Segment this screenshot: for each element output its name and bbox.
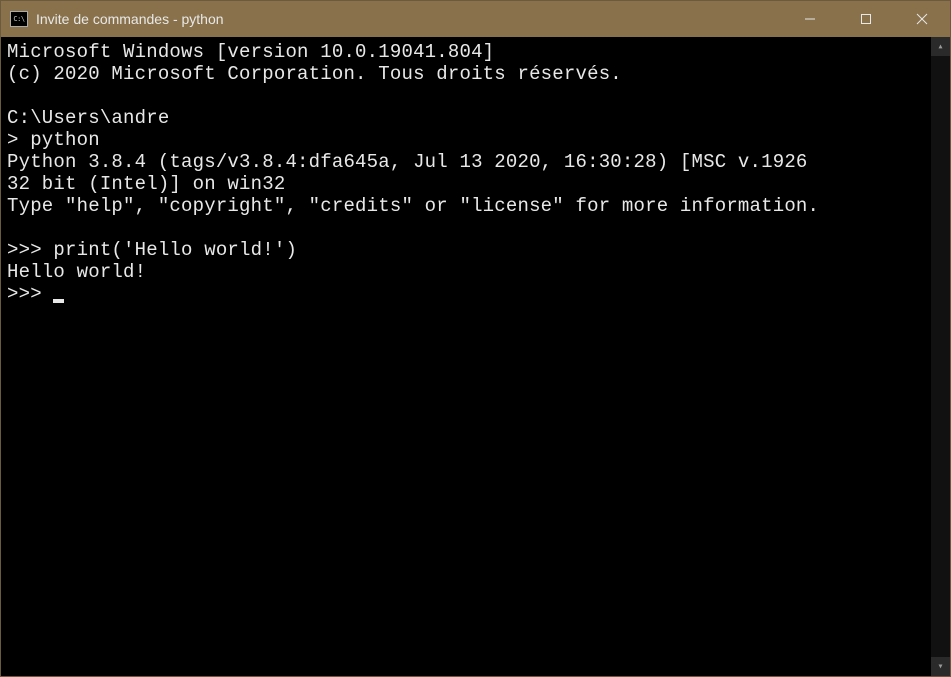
output-line: 32 bit (Intel)] on win32 bbox=[7, 173, 285, 195]
minimize-button[interactable] bbox=[782, 1, 838, 37]
scrollbar[interactable]: ▴ ▾ bbox=[931, 37, 950, 676]
close-button[interactable] bbox=[894, 1, 950, 37]
output-line: Microsoft Windows [version 10.0.19041.80… bbox=[7, 41, 494, 63]
command-prompt-window: C:\ Invite de commandes - python Mic bbox=[0, 0, 951, 677]
app-icon: C:\ bbox=[10, 11, 28, 27]
close-icon bbox=[916, 13, 928, 25]
output-line: (c) 2020 Microsoft Corporation. Tous dro… bbox=[7, 63, 622, 85]
scroll-down-icon[interactable]: ▾ bbox=[931, 657, 950, 676]
window-title: Invite de commandes - python bbox=[36, 11, 782, 27]
output-line: Python 3.8.4 (tags/v3.8.4:dfa645a, Jul 1… bbox=[7, 151, 808, 173]
minimize-icon bbox=[804, 13, 816, 25]
maximize-icon bbox=[860, 13, 872, 25]
window-controls bbox=[782, 1, 950, 37]
output-line: >>> print('Hello world!') bbox=[7, 239, 297, 261]
output-line: C:\Users\andre bbox=[7, 107, 169, 129]
output-line: Type "help", "copyright", "credits" or "… bbox=[7, 195, 819, 217]
maximize-button[interactable] bbox=[838, 1, 894, 37]
prompt-line[interactable]: >>> bbox=[7, 283, 53, 305]
cursor bbox=[53, 299, 64, 303]
terminal-body: Microsoft Windows [version 10.0.19041.80… bbox=[1, 37, 950, 676]
terminal-output[interactable]: Microsoft Windows [version 10.0.19041.80… bbox=[1, 37, 931, 676]
titlebar[interactable]: C:\ Invite de commandes - python bbox=[1, 1, 950, 37]
output-line: > python bbox=[7, 129, 100, 151]
output-line: Hello world! bbox=[7, 261, 146, 283]
scroll-up-icon[interactable]: ▴ bbox=[931, 37, 950, 56]
